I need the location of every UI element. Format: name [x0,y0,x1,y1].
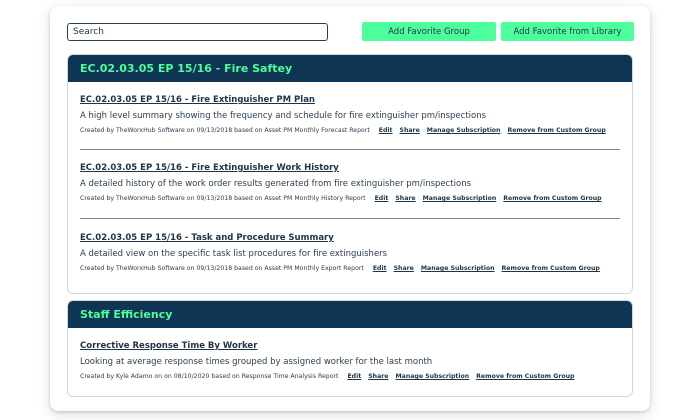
list-item: EC.02.03.05 EP 15/16 - Fire Extinguisher… [80,95,620,134]
report-meta: Created by TheWorxHub Software on 09/13/… [80,127,620,134]
manage-subscription-link[interactable]: Manage Subscription [423,195,497,202]
search-input[interactable] [67,23,328,41]
share-link[interactable]: Share [394,265,414,272]
report-meta: Created by TheWorxHub Software on 09/13/… [80,265,620,272]
share-link[interactable]: Share [400,127,420,134]
manage-subscription-link[interactable]: Manage Subscription [421,265,495,272]
favorite-group: EC.02.03.05 EP 15/16 - Fire Saftey EC.02… [67,54,633,294]
edit-link[interactable]: Edit [379,127,393,134]
report-description: Looking at average response times groupe… [80,357,433,367]
created-by-text: Created by TheWorxHub Software on 09/13/… [80,127,370,134]
favorites-panel: Add Favorite Group Add Favorite from Lib… [50,6,650,411]
group-title: EC.02.03.05 EP 15/16 - Fire Saftey [80,62,293,75]
divider [80,149,620,150]
remove-from-custom-group-link[interactable]: Remove from Custom Group [507,127,605,134]
report-description: A high level summary showing the frequen… [80,111,487,121]
share-link[interactable]: Share [395,195,415,202]
manage-subscription-link[interactable]: Manage Subscription [427,127,501,134]
report-description: A detailed history of the work order res… [80,179,472,189]
list-item: EC.02.03.05 EP 15/16 - Fire Extinguisher… [80,163,620,202]
report-meta: Created by TheWorxHub Software on 09/13/… [80,195,620,202]
add-favorite-from-library-button[interactable]: Add Favorite from Library [501,22,634,41]
group-header: EC.02.03.05 EP 15/16 - Fire Saftey [68,55,632,82]
remove-from-custom-group-link[interactable]: Remove from Custom Group [476,373,574,380]
add-favorite-group-button[interactable]: Add Favorite Group [362,22,496,41]
remove-from-custom-group-link[interactable]: Remove from Custom Group [503,195,601,202]
favorite-group: Staff Efficiency Corrective Response Tim… [67,300,633,397]
created-by-text: Created by TheWorxHub Software on 09/13/… [80,265,364,272]
created-by-text: Created by TheWorxHub Software on 09/13/… [80,195,366,202]
remove-from-custom-group-link[interactable]: Remove from Custom Group [502,265,600,272]
group-title: Staff Efficiency [80,308,173,321]
edit-link[interactable]: Edit [347,373,361,380]
report-link[interactable]: EC.02.03.05 EP 15/16 - Fire Extinguisher… [80,95,620,105]
created-by-text: Created by Kyle Adamo on on 08/10/2020 b… [80,373,339,380]
report-link[interactable]: Corrective Response Time By Worker [80,341,620,351]
report-link[interactable]: EC.02.03.05 EP 15/16 - Fire Extinguisher… [80,163,620,173]
report-meta: Created by Kyle Adamo on on 08/10/2020 b… [80,373,620,380]
report-description: A detailed view on the specific task lis… [80,249,388,259]
share-link[interactable]: Share [368,373,388,380]
list-item: Corrective Response Time By Worker Looki… [80,341,620,380]
edit-link[interactable]: Edit [375,195,389,202]
report-link[interactable]: EC.02.03.05 EP 15/16 - Task and Procedur… [80,233,620,243]
manage-subscription-link[interactable]: Manage Subscription [396,373,470,380]
divider [80,218,620,219]
edit-link[interactable]: Edit [373,265,387,272]
group-header: Staff Efficiency [68,301,632,328]
list-item: EC.02.03.05 EP 15/16 - Task and Procedur… [80,233,620,272]
